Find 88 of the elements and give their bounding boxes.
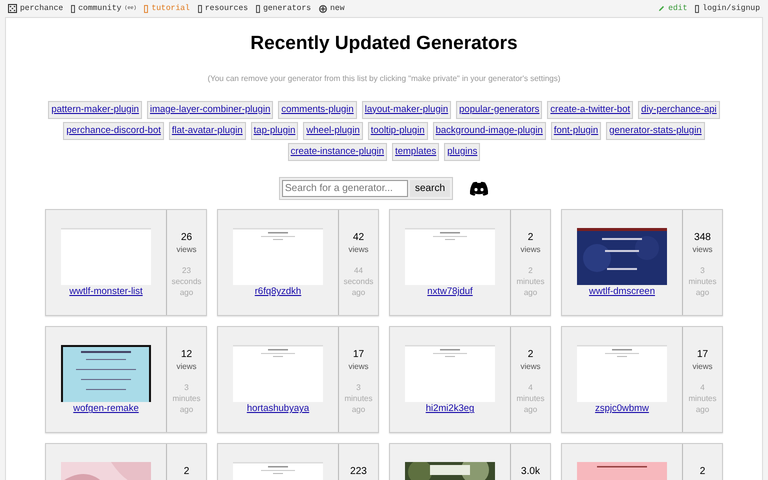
update-age: ago [524, 404, 538, 416]
update-age: 3 [356, 382, 361, 394]
nav-link[interactable]: perchance [8, 2, 64, 14]
update-age: ago [696, 404, 710, 416]
view-count: 2 [528, 232, 534, 244]
generator-link[interactable]: wwtlf-monster-list [69, 285, 143, 300]
update-age: 2 [528, 265, 533, 276]
box-icon [144, 4, 148, 12]
generator-link[interactable]: hi2mi2k3eg [426, 402, 474, 416]
update-age: minutes [516, 393, 544, 404]
update-age: 4 [700, 382, 705, 394]
tag-link[interactable]: flat-avatar-plugin [168, 122, 246, 140]
update-age: ago [352, 404, 366, 416]
view-count: 17 [696, 349, 708, 362]
subtitle: (You can remove your generator from this list by clicking "make private" in your generator's settings) [208, 72, 560, 84]
generator-link[interactable]: wofgen-remake [73, 402, 139, 416]
generator-link[interactable]: zspjc0wbmw [595, 402, 649, 416]
update-age: 23 [182, 265, 191, 276]
views-label: views [348, 244, 368, 256]
update-age: seconds [172, 276, 202, 288]
search-button[interactable]: search [410, 180, 450, 198]
views-label: views [176, 244, 196, 256]
tag-link[interactable]: font-plugin [550, 122, 602, 140]
box-icon [695, 4, 700, 12]
update-age: ago [524, 287, 538, 298]
nav-link[interactable]: new [319, 2, 344, 14]
search-field[interactable]: Search for a generator... [282, 180, 408, 198]
views-label: views [692, 361, 712, 374]
update-age: 3 [700, 265, 705, 276]
dice-icon [8, 4, 17, 13]
page-title: Recently Updated Generators [250, 32, 518, 56]
tag-link[interactable]: tap-plugin [250, 122, 298, 140]
tag-link[interactable]: popular-generators [456, 100, 542, 119]
views-label: views [520, 244, 540, 256]
tag-link[interactable]: diy-perchance-api [638, 100, 720, 119]
view-count: 2 [528, 349, 534, 362]
tag-link[interactable]: comments-plugin [278, 100, 357, 119]
views-label: views [176, 361, 196, 374]
view-count: 3.0k [521, 466, 540, 478]
update-age: 44 [354, 265, 363, 276]
tag-link[interactable]: tooltip-plugin [368, 122, 428, 140]
generator-link[interactable]: r6fq8yzdkh [254, 285, 302, 300]
nav-link[interactable]: resources [198, 2, 248, 14]
tag-link[interactable]: plugins [444, 143, 480, 162]
tag-link[interactable]: templates [392, 143, 440, 162]
tag-link[interactable]: layout-maker-plugin [362, 100, 452, 119]
views-label: views [348, 361, 368, 374]
tag-link[interactable]: perchance-discord-bot [63, 122, 164, 140]
update-age: minutes [172, 393, 200, 404]
view-count: 223 [350, 466, 367, 478]
views-label: views [520, 361, 540, 374]
view-count: 12 [180, 349, 192, 362]
tag-link[interactable]: pattern-maker-plugin [48, 100, 142, 119]
view-count: 26 [180, 232, 192, 244]
tag-link[interactable]: create-a-twitter-bot [547, 100, 634, 119]
update-age: seconds [344, 276, 374, 288]
update-age: minutes [688, 276, 716, 288]
view-count: 42 [352, 232, 364, 244]
update-age: 3 [184, 382, 189, 394]
tag-link[interactable]: generator-stats-plugin [606, 122, 705, 140]
box-icon [198, 4, 202, 12]
generator-link[interactable]: wwtlf-dmscreen [589, 285, 655, 300]
update-age: minutes [688, 393, 716, 404]
generator-link[interactable]: nxtw78jduf [427, 285, 473, 300]
tag-link[interactable]: image-layer-combiner-plugin [146, 100, 274, 119]
box-icon [256, 4, 260, 12]
view-count: 348 [694, 232, 711, 244]
nav-link[interactable]: generators [256, 2, 312, 14]
pencil-icon [658, 5, 666, 12]
tag-link[interactable]: create-instance-plugin [288, 143, 388, 162]
view-count: 17 [352, 349, 364, 362]
tag-link[interactable]: background-image-plugin [432, 122, 546, 140]
update-age: ago [180, 404, 194, 416]
update-age: ago [180, 287, 194, 298]
update-age: minutes [516, 276, 544, 288]
tag-link[interactable]: wheel-plugin [303, 122, 363, 140]
plus-circle-icon [319, 4, 328, 12]
generator-link[interactable]: hortashubyaya [246, 402, 310, 416]
view-count: 2 [184, 466, 190, 478]
box-icon [71, 4, 76, 12]
nav-link[interactable]: login/signup [695, 2, 760, 14]
update-age: minutes [344, 393, 372, 404]
views-label: views [692, 244, 712, 256]
update-age: ago [696, 287, 710, 298]
update-age: ago [352, 287, 366, 298]
view-count: 2 [700, 466, 706, 478]
update-age: 4 [528, 382, 533, 394]
chat-controller-icon[interactable] [469, 181, 489, 196]
